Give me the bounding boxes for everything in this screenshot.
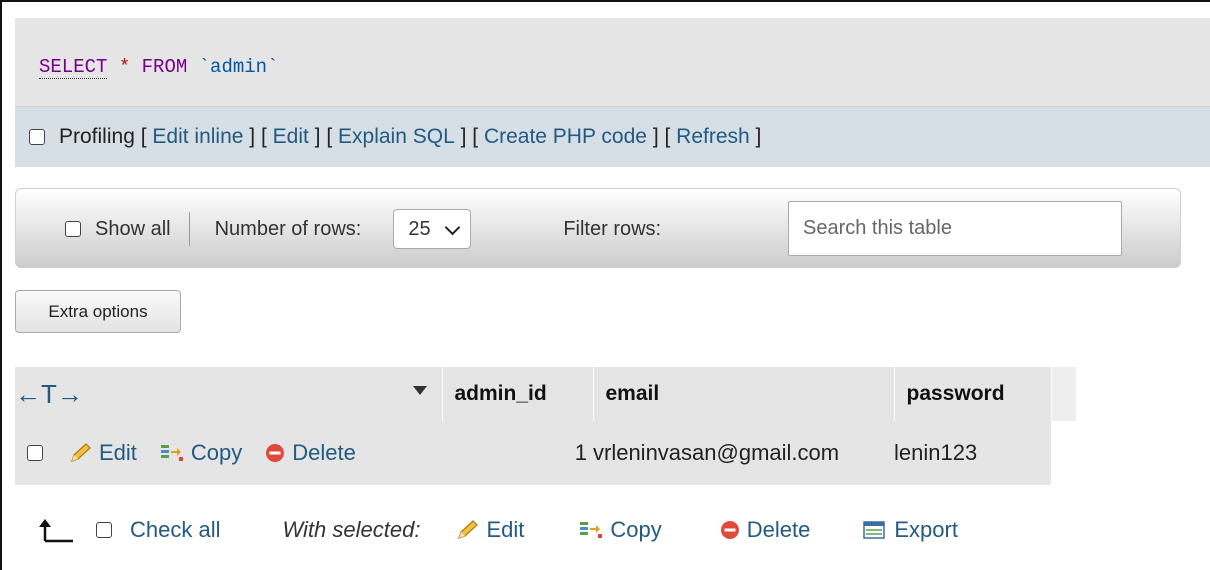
check-all-checkbox[interactable] (96, 522, 112, 538)
row-copy-label: Copy (190, 440, 243, 465)
left-border (0, 0, 2, 570)
column-header-admin-id[interactable]: admin_id (442, 367, 594, 421)
bulk-delete-label: Delete (746, 517, 811, 542)
bulk-edit-button[interactable]: Edit (456, 517, 524, 543)
row-edit-label: Edit (99, 440, 137, 465)
bulk-export-button[interactable]: Export (862, 517, 958, 543)
rows-select[interactable]: 25 (393, 209, 472, 249)
rows-label: Number of rows: (214, 217, 362, 240)
arrow-up-corner-icon (39, 519, 73, 543)
chevron-down-icon (445, 219, 461, 235)
row-spacer (1051, 421, 1076, 485)
profiling-label: Profiling (59, 125, 135, 148)
export-icon (863, 521, 886, 539)
edit-query-link[interactable]: Edit (273, 125, 309, 149)
pencil-icon (71, 443, 91, 462)
cell-password[interactable]: lenin123 (894, 421, 1051, 485)
column-header-email[interactable]: email (593, 367, 895, 421)
results-table: ←T→ admin_id email password Edit Copy De… (15, 367, 1077, 485)
refresh-link[interactable]: Refresh (676, 125, 750, 149)
create-php-code-link[interactable]: Create PHP code (484, 125, 647, 149)
row-delete-label: Delete (292, 440, 356, 465)
edit-inline-link[interactable]: Edit inline (152, 125, 243, 149)
search-input[interactable] (788, 201, 1122, 256)
cell-email[interactable]: vrleninvasan@gmail.com (593, 421, 894, 485)
cell-admin-id[interactable]: 1 (442, 421, 593, 485)
sql-keyword-from: FROM (141, 56, 188, 78)
divider (188, 212, 190, 246)
pencil-icon (458, 520, 479, 539)
sql-query: SELECT * FROM `admin` (39, 56, 279, 79)
sql-table-name: `admin` (198, 56, 279, 78)
table-navigation-bar: Show all Number of rows: 25 Filter rows: (15, 188, 1181, 268)
explain-sql-link[interactable]: Explain SQL (338, 125, 455, 149)
bulk-actions-bar: Check all With selected: Edit Copy Delet… (15, 500, 1210, 560)
row-checkbox[interactable] (27, 445, 43, 461)
bulk-copy-button[interactable]: Copy (578, 517, 662, 543)
column-expand-arrows[interactable]: ←T→ (15, 379, 83, 409)
copy-icon (160, 445, 183, 461)
sort-triangle-icon[interactable] (413, 386, 427, 395)
profiling-bar: Profiling [ Edit inline ] [ Edit ] [ Exp… (15, 107, 1210, 167)
column-toolbar: ←T→ (15, 367, 443, 421)
delete-icon (720, 521, 739, 539)
top-border (0, 0, 1210, 2)
row-delete-button[interactable]: Delete (264, 440, 356, 466)
bulk-delete-button[interactable]: Delete (719, 517, 811, 543)
bulk-copy-label: Copy (610, 517, 662, 542)
row-copy-button[interactable]: Copy (159, 440, 242, 466)
table-row: Edit Copy Delete 1 vrleninvasan@gmail.co… (15, 421, 1076, 485)
delete-icon (266, 444, 285, 462)
header-spacer (1051, 367, 1077, 421)
copy-icon (580, 522, 603, 538)
rows-select-value: 25 (408, 217, 431, 240)
bulk-export-label: Export (894, 517, 958, 542)
bulk-edit-label: Edit (486, 517, 525, 542)
sql-star: * (118, 56, 131, 78)
extra-options-button[interactable]: Extra options (15, 290, 181, 333)
sql-query-box: SELECT * FROM `admin` (15, 18, 1210, 107)
profiling-checkbox[interactable] (29, 129, 45, 145)
row-edit-button[interactable]: Edit (69, 440, 137, 466)
sql-keyword-select: SELECT (39, 56, 108, 79)
column-header-password[interactable]: password (894, 367, 1052, 421)
check-all-label[interactable]: Check all (130, 517, 220, 543)
show-all-label: Show all (95, 217, 171, 240)
filter-rows-label: Filter rows: (563, 217, 662, 240)
with-selected-label: With selected: (282, 517, 421, 542)
show-all-checkbox[interactable] (65, 221, 81, 237)
row-actions-cell: Edit Copy Delete (15, 421, 442, 485)
